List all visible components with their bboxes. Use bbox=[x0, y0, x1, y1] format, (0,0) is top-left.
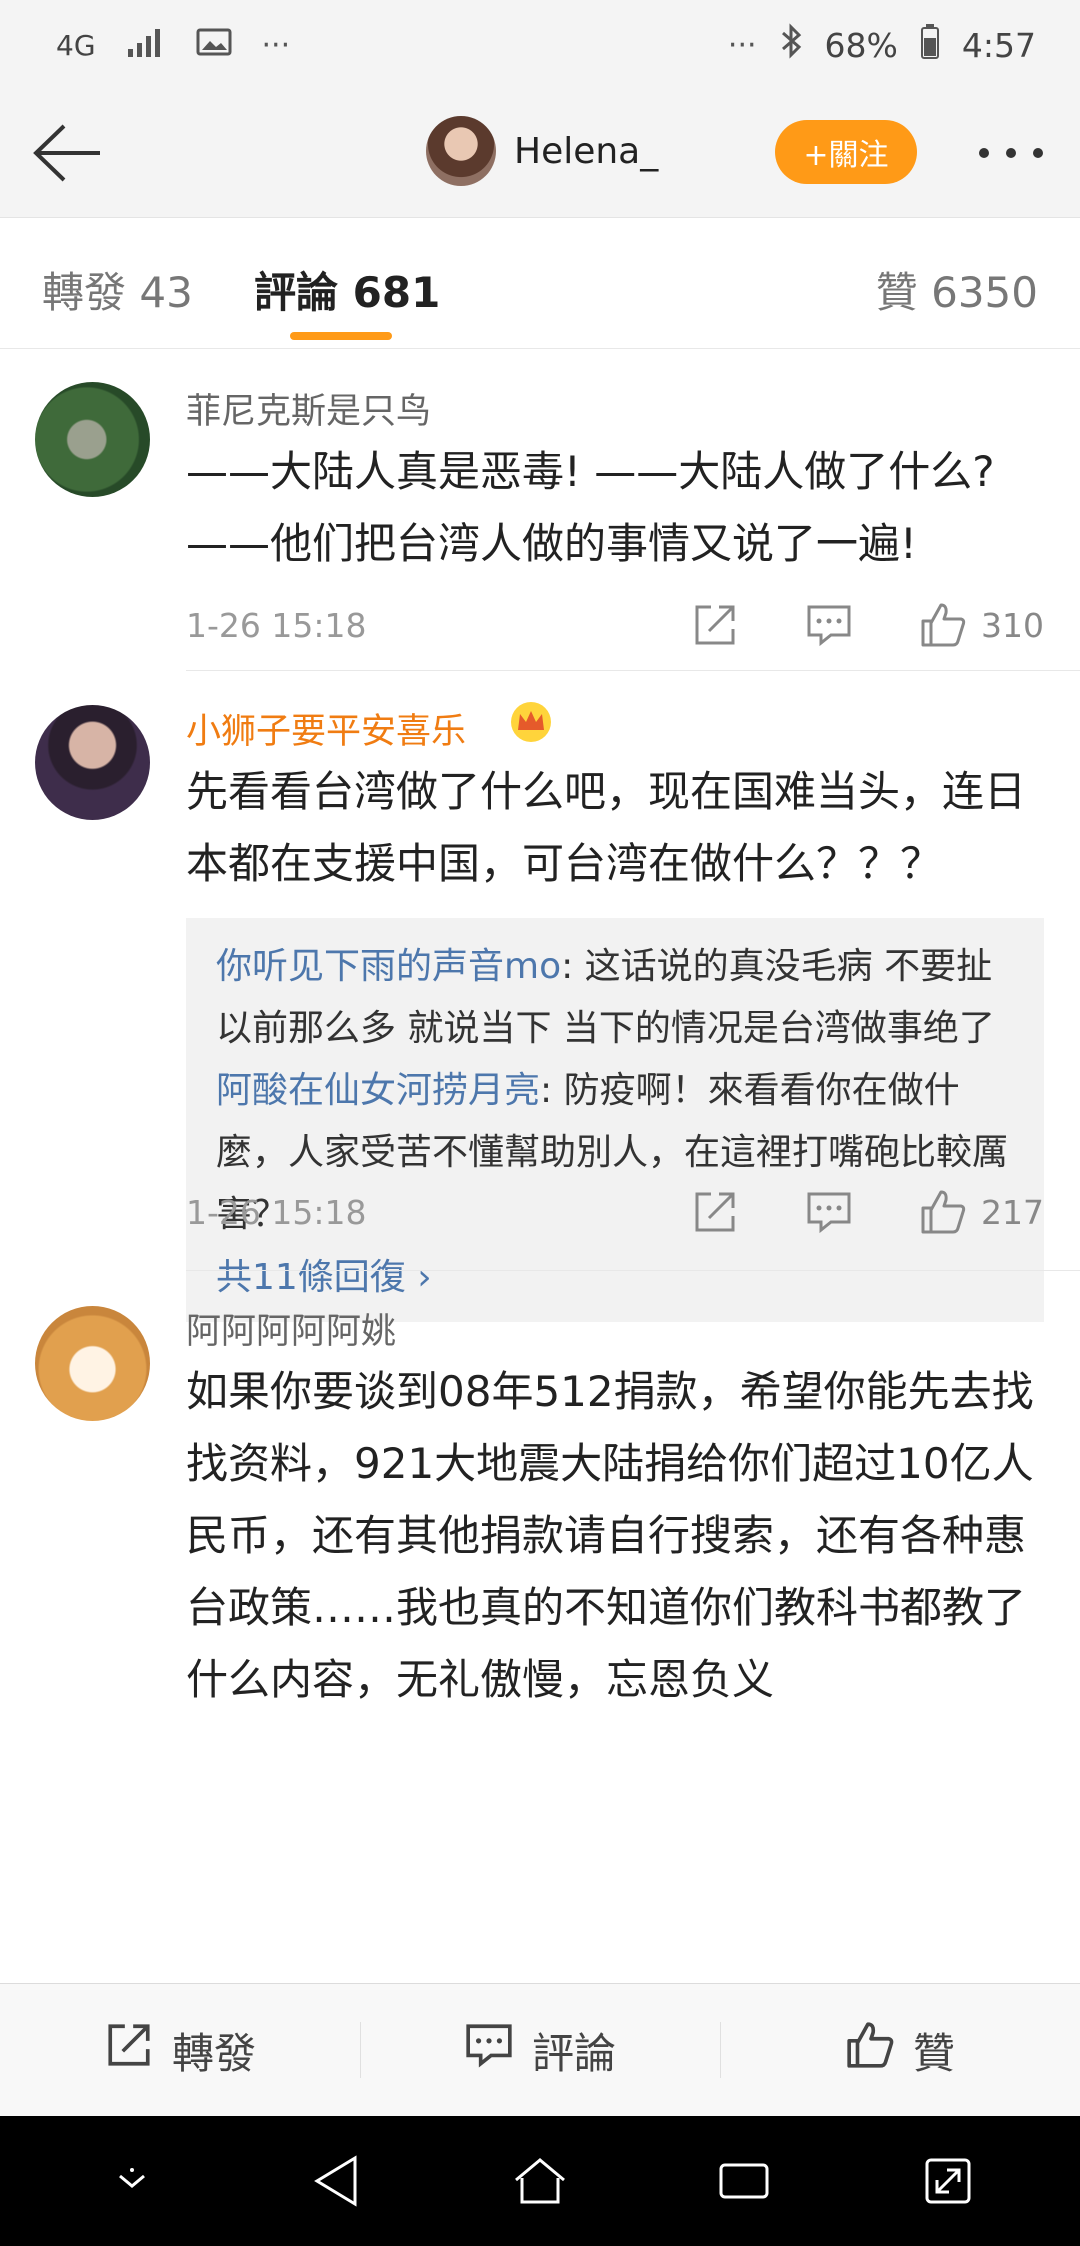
home-icon[interactable] bbox=[505, 2146, 575, 2216]
like-count: 310 bbox=[981, 605, 1044, 645]
clock: 4:57 bbox=[961, 25, 1036, 65]
back-arrow-icon[interactable] bbox=[28, 120, 104, 186]
reply-icon[interactable] bbox=[805, 601, 853, 649]
divider bbox=[186, 1270, 1080, 1271]
like-icon bbox=[845, 2020, 895, 2080]
active-tab-indicator bbox=[290, 332, 392, 340]
share-icon[interactable] bbox=[691, 1188, 739, 1236]
like-icon[interactable] bbox=[919, 1188, 967, 1236]
like-count: 217 bbox=[981, 1192, 1044, 1232]
comment-meta: 1-26 15:18 310 bbox=[186, 595, 1044, 655]
reply-preview-box[interactable]: 你听见下雨的声音mo: 这话说的真没毛病 不要扯以前那么多 就说当下 当下的情况… bbox=[186, 918, 1044, 1322]
comment-author[interactable]: 阿阿阿阿阿姚 bbox=[186, 1303, 396, 1354]
battery-percent: 68% bbox=[824, 25, 898, 65]
reply-author[interactable]: 阿酸在仙女河捞月亮 bbox=[216, 1070, 540, 1111]
recent-apps-icon[interactable] bbox=[709, 2146, 779, 2216]
battery-icon bbox=[920, 23, 940, 67]
system-nav-bar bbox=[0, 2116, 1080, 2246]
reply-item: 你听见下雨的声音mo: 这话说的真没毛病 不要扯以前那么多 就说当下 当下的情况… bbox=[216, 936, 1014, 1060]
status-dots: ··· bbox=[727, 27, 757, 63]
like-button[interactable]: 贊 bbox=[720, 1984, 1080, 2116]
comment-text: ——大陆人真是恶毒! ——大陆人做了什么? ——他们把台湾人做的事情又说了一遍! bbox=[186, 447, 995, 568]
tab-reposts[interactable]: 轉發 43 bbox=[42, 259, 193, 320]
tab-bar: 轉發 43 評論 681 贊 6350 bbox=[0, 219, 1080, 349]
comment-author[interactable]: 菲尼克斯是只鸟 bbox=[186, 383, 431, 434]
like-icon[interactable] bbox=[919, 601, 967, 649]
reply-author[interactable]: 你听见下雨的声音mo bbox=[216, 946, 561, 987]
share-icon bbox=[104, 2020, 154, 2080]
share-icon[interactable] bbox=[691, 601, 739, 649]
crown-badge-icon bbox=[508, 700, 554, 748]
status-bar: 4G ··· ··· 68% 4:57 bbox=[0, 0, 1080, 90]
reply-icon[interactable] bbox=[805, 1188, 853, 1236]
tab-comments[interactable]: 評論 681 bbox=[254, 259, 440, 320]
profile-chip[interactable]: Helena_ bbox=[426, 116, 658, 186]
comment-button[interactable]: 評論 bbox=[360, 1984, 720, 2116]
bottom-action-bar: 轉發 評論 贊 bbox=[0, 1983, 1080, 2116]
avatar[interactable] bbox=[35, 705, 150, 820]
comment-icon bbox=[464, 2020, 514, 2080]
avatar[interactable] bbox=[35, 1306, 150, 1421]
expand-icon[interactable] bbox=[913, 2146, 983, 2216]
view-all-replies-link[interactable]: 共11條回復 › bbox=[216, 1248, 1014, 1300]
avatar bbox=[426, 116, 496, 186]
back-icon[interactable] bbox=[301, 2146, 371, 2216]
avatar[interactable] bbox=[35, 382, 150, 497]
repost-label: 轉發 bbox=[171, 2028, 256, 2078]
tab-likes[interactable]: 贊 6350 bbox=[876, 259, 1038, 320]
more-options-icon[interactable] bbox=[976, 130, 1046, 176]
comment-timestamp: 1-26 15:18 bbox=[186, 1192, 367, 1232]
repost-button[interactable]: 轉發 bbox=[0, 1984, 360, 2116]
network-indicator: 4G bbox=[56, 28, 96, 62]
signal-icon bbox=[126, 26, 166, 65]
comment-author[interactable]: 小狮子要平安喜乐 bbox=[186, 703, 466, 754]
notification-dots: ··· bbox=[261, 27, 291, 63]
chevron-down-icon[interactable] bbox=[97, 2146, 167, 2216]
bluetooth-icon bbox=[779, 23, 803, 67]
divider bbox=[186, 670, 1080, 671]
gallery-icon bbox=[196, 26, 232, 65]
follow-button[interactable]: +關注 bbox=[775, 120, 917, 184]
comment-text: 先看看台湾做了什么吧，现在国难当头，连日本都在支援中国，可台湾在做什么？？？ bbox=[186, 767, 1027, 888]
comment-timestamp: 1-26 15:18 bbox=[186, 605, 367, 645]
comment-meta: 1-26 15:18 217 bbox=[186, 1182, 1044, 1242]
like-label: 贊 bbox=[912, 2028, 955, 2078]
profile-name: Helena_ bbox=[514, 130, 659, 172]
comment-label: 評論 bbox=[531, 2028, 616, 2078]
comment-text: 如果你要谈到08年512捐款，希望你能先去找找资料，921大地震大陆捐给你们超过… bbox=[186, 1367, 1034, 1704]
top-nav-header: Helena_ +關注 bbox=[0, 90, 1080, 218]
